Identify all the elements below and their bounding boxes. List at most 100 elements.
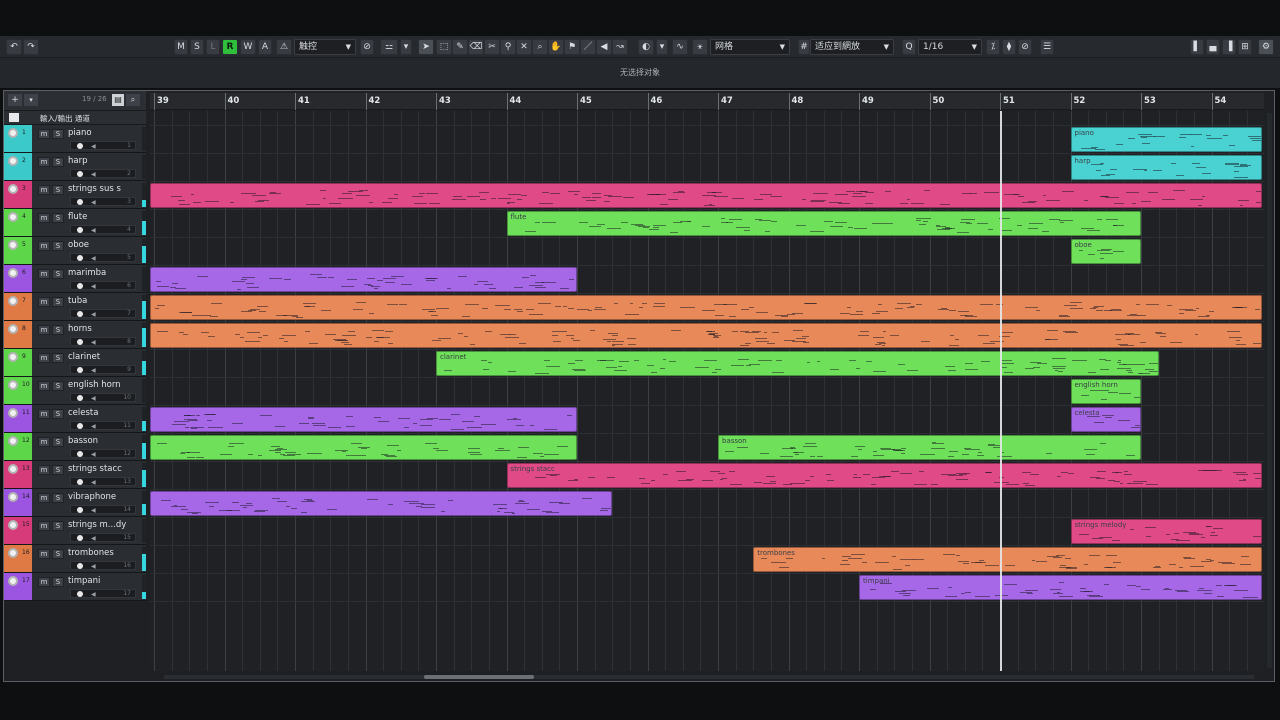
lower-zone-icon[interactable]: ▄ bbox=[1206, 39, 1220, 55]
monitor-icon[interactable] bbox=[77, 143, 83, 149]
read-icon[interactable]: ◀ bbox=[91, 479, 96, 486]
snap-dropdown-icon[interactable]: ▾ bbox=[400, 39, 412, 55]
read-icon[interactable]: ◀ bbox=[91, 339, 96, 346]
read-icon[interactable]: ◀ bbox=[91, 171, 96, 178]
mute-tool-icon[interactable]: ✕ bbox=[516, 39, 532, 55]
solo-button[interactable]: S bbox=[52, 297, 64, 307]
midi-part[interactable] bbox=[150, 491, 613, 516]
track-row[interactable]: 3 m S strings sus s ◀ 3 bbox=[4, 181, 146, 209]
track-menu-icon[interactable]: ▾ bbox=[24, 94, 38, 106]
mute-button[interactable]: m bbox=[38, 353, 50, 363]
midi-part[interactable]: timpani bbox=[859, 575, 1262, 600]
solo-button[interactable]: S bbox=[52, 465, 64, 475]
solo-button[interactable]: S bbox=[52, 213, 64, 223]
record-enable-icon[interactable] bbox=[8, 548, 18, 558]
solo-button[interactable]: S bbox=[52, 409, 64, 419]
solo-button[interactable]: S bbox=[52, 129, 64, 139]
record-enable-icon[interactable] bbox=[8, 296, 18, 306]
glue-tool-icon[interactable]: ⚲ bbox=[500, 39, 516, 55]
midi-part[interactable]: piano bbox=[1070, 127, 1262, 152]
solo-button[interactable]: S bbox=[52, 269, 64, 279]
read-icon[interactable]: ◀ bbox=[91, 227, 96, 234]
monitor-icon[interactable] bbox=[77, 591, 83, 597]
read-icon[interactable]: ◀ bbox=[91, 199, 96, 206]
timeline-ruler[interactable]: 39 40 41 42 43 44 45 46 47 48 49 50 51 52 53 54 bbox=[150, 93, 1264, 110]
mute-button[interactable]: m bbox=[38, 409, 50, 419]
range-tool-icon[interactable]: ⬚ bbox=[436, 39, 452, 55]
color-tool-icon[interactable]: ↝ bbox=[612, 39, 628, 55]
mute-button[interactable]: m bbox=[38, 241, 50, 251]
midi-part[interactable] bbox=[150, 323, 1262, 348]
playhead-cursor[interactable] bbox=[1000, 111, 1002, 671]
settings-gear-icon[interactable]: ⚙ bbox=[1258, 39, 1274, 55]
monitor-icon[interactable] bbox=[77, 311, 83, 317]
record-enable-icon[interactable] bbox=[8, 464, 18, 474]
solo-button[interactable]: S bbox=[52, 493, 64, 503]
edit-icon[interactable]: ⊘ bbox=[360, 39, 374, 55]
right-zone-icon[interactable]: ▐ bbox=[1222, 39, 1236, 55]
midi-part[interactable]: english horn bbox=[1070, 379, 1141, 404]
monitor-icon[interactable] bbox=[77, 339, 83, 345]
midi-part[interactable]: strings melody bbox=[1070, 519, 1262, 544]
midi-part[interactable]: basson bbox=[718, 435, 1141, 460]
solo-button[interactable]: S bbox=[52, 577, 64, 587]
read-icon[interactable]: ◀ bbox=[91, 535, 96, 542]
solo-all-button[interactable]: S bbox=[190, 39, 204, 55]
scroll-thumb[interactable] bbox=[424, 675, 534, 679]
track-row[interactable]: 1 m S piano ◀ 1 bbox=[4, 125, 146, 153]
snap-mode-icon[interactable]: ⚍ bbox=[380, 39, 398, 55]
pointer-tool-icon[interactable]: ➤ bbox=[418, 39, 434, 55]
mute-button[interactable]: m bbox=[38, 269, 50, 279]
read-icon[interactable]: ◀ bbox=[91, 563, 96, 570]
track-row[interactable]: 2 m S harp ◀ 2 bbox=[4, 153, 146, 181]
monitor-icon[interactable] bbox=[77, 479, 83, 485]
automation-mode-icon[interactable]: ⚠ bbox=[276, 39, 292, 55]
mute-button[interactable]: m bbox=[38, 129, 50, 139]
track-row[interactable]: 13 m S strings stacc ◀ 13 bbox=[4, 461, 146, 489]
nudge-icon[interactable]: ◐ bbox=[638, 39, 654, 55]
record-enable-icon[interactable] bbox=[8, 268, 18, 278]
mute-button[interactable]: m bbox=[38, 437, 50, 447]
shuffle-icon[interactable]: ∿ bbox=[672, 39, 688, 55]
midi-part[interactable]: flute bbox=[506, 211, 1141, 236]
read-icon[interactable]: ◀ bbox=[91, 367, 96, 374]
mute-button[interactable]: m bbox=[38, 381, 50, 391]
nudge-dropdown-icon[interactable]: ▾ bbox=[656, 39, 668, 55]
redo-icon[interactable]: ↷ bbox=[23, 39, 39, 55]
midi-part[interactable] bbox=[150, 295, 1262, 320]
record-enable-icon[interactable] bbox=[8, 408, 18, 418]
monitor-icon[interactable] bbox=[77, 395, 83, 401]
grid-snap-icon[interactable]: ⚹ bbox=[692, 39, 708, 55]
solo-button[interactable]: S bbox=[52, 325, 64, 335]
track-row[interactable]: 5 m S oboe ◀ 5 bbox=[4, 237, 146, 265]
quantize-icon[interactable]: Q bbox=[902, 39, 916, 55]
monitor-icon[interactable] bbox=[77, 255, 83, 261]
grid-type-select[interactable]: 网格 ▼ bbox=[710, 39, 790, 55]
event-display[interactable]: piano harp flute oboe clarinet english horn ce… bbox=[150, 111, 1264, 671]
track-row[interactable]: 11 m S celesta ◀ 11 bbox=[4, 405, 146, 433]
erase-tool-icon[interactable]: ⌫ bbox=[468, 39, 484, 55]
mute-button[interactable]: m bbox=[38, 297, 50, 307]
monitor-icon[interactable] bbox=[77, 507, 83, 513]
horizontal-scrollbar[interactable] bbox=[164, 675, 1254, 679]
read-icon[interactable]: ◀ bbox=[91, 395, 96, 402]
comp-tool-icon[interactable]: ⚑ bbox=[564, 39, 580, 55]
panel-toggle-icon[interactable]: ☰ bbox=[1040, 39, 1054, 55]
grid-icon[interactable]: # bbox=[798, 39, 810, 55]
solo-button[interactable]: S bbox=[52, 353, 64, 363]
record-enable-icon[interactable] bbox=[8, 184, 18, 194]
read-automation-button[interactable]: R bbox=[222, 39, 238, 55]
quantize-reset-icon[interactable]: ⊘ bbox=[1018, 39, 1032, 55]
monitor-icon[interactable] bbox=[77, 367, 83, 373]
monitor-icon[interactable] bbox=[77, 227, 83, 233]
midi-part[interactable] bbox=[150, 183, 1262, 208]
track-row[interactable]: 17 m S timpani ◀ 17 bbox=[4, 573, 146, 601]
track-visibility-icon[interactable]: ▤ bbox=[112, 94, 124, 106]
track-row[interactable]: 16 m S trombones ◀ 16 bbox=[4, 545, 146, 573]
record-enable-icon[interactable] bbox=[8, 212, 18, 222]
read-icon[interactable]: ◀ bbox=[91, 255, 96, 262]
midi-part[interactable]: clarinet bbox=[436, 351, 1159, 376]
track-row[interactable]: 6 m S marimba ◀ 6 bbox=[4, 265, 146, 293]
track-row[interactable]: 10 m S english horn ◀ 10 bbox=[4, 377, 146, 405]
automation-mode-select[interactable]: 触控 ▼ bbox=[294, 39, 356, 55]
